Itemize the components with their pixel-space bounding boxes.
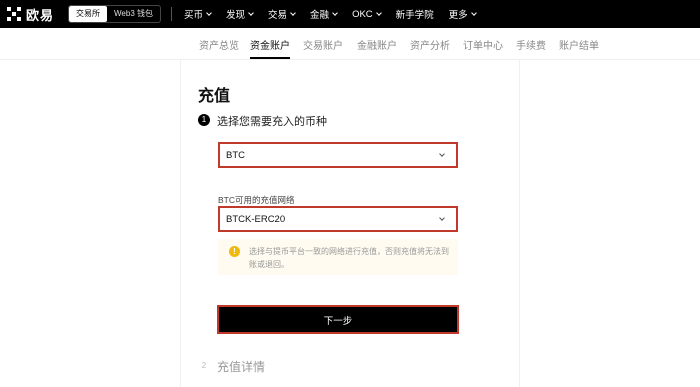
- network-warning-notice: ! 选择与提币平台一致的网络进行充值，否则充值将无法到账或退回。: [218, 239, 458, 275]
- tab-asset-analysis[interactable]: 资产分析: [410, 37, 450, 52]
- brand-name: 欧易: [26, 7, 55, 23]
- warning-icon: !: [229, 246, 240, 257]
- mode-switch: 交易所 Web3 钱包: [68, 5, 161, 23]
- okx-logo-icon: [7, 7, 21, 21]
- nav-label: 金融: [310, 10, 330, 21]
- coin-select[interactable]: BTC: [218, 142, 458, 168]
- tab-finance-account[interactable]: 金融账户: [357, 37, 397, 52]
- nav-label: OKC: [352, 8, 373, 20]
- nav-item-okc[interactable]: OKC: [352, 7, 382, 21]
- nav-item-trade[interactable]: 交易: [268, 7, 296, 21]
- tab-fees[interactable]: 手续费: [516, 37, 546, 52]
- mode-exchange-tab[interactable]: 交易所: [69, 6, 108, 22]
- active-tab-underline: [250, 57, 290, 59]
- network-select[interactable]: BTCK-ERC20: [218, 206, 458, 232]
- network-label: BTC可用的充值网络: [218, 195, 295, 205]
- step-2-badge: 2: [201, 361, 207, 370]
- chevron-down-icon: [206, 9, 212, 16]
- nav-item-academy[interactable]: 新手学院: [396, 7, 434, 21]
- nav-item-discover[interactable]: 发现: [226, 7, 254, 21]
- brand-logo[interactable]: 欧易: [7, 5, 54, 24]
- chevron-down-icon: [332, 9, 338, 16]
- nav-item-more[interactable]: 更多: [448, 7, 477, 21]
- asset-subnav: 资产总览 资金账户 交易账户 金融账户 资产分析 订单中心 手续费 账户结单: [0, 28, 700, 60]
- notice-text: 选择与提币平台一致的网络进行充值，否则充值将无法到账或退回。: [249, 247, 449, 269]
- network-select-value: BTCK-ERC20: [226, 213, 286, 225]
- top-navbar: 欧易 交易所 Web3 钱包 买币 发现 交易 金融 OKC 新手学院 更多: [0, 0, 700, 28]
- tab-statements[interactable]: 账户结单: [559, 37, 599, 52]
- nav-item-finance[interactable]: 金融: [310, 7, 338, 21]
- step-1-label: 选择您需要充入的币种: [217, 116, 327, 128]
- chevron-down-icon: [290, 9, 296, 16]
- tab-order-center[interactable]: 订单中心: [463, 37, 503, 52]
- chevron-down-icon: [248, 9, 254, 16]
- tab-asset-overview[interactable]: 资产总览: [199, 37, 239, 52]
- coin-select-value: BTC: [226, 149, 245, 161]
- nav-label: 新手学院: [395, 10, 434, 21]
- chevron-down-icon: [375, 9, 382, 16]
- nav-label: 买币: [184, 10, 204, 21]
- mode-wallet-tab[interactable]: Web3 钱包: [107, 6, 160, 22]
- tab-trading-account[interactable]: 交易账户: [303, 37, 343, 52]
- chevron-down-icon: [439, 215, 445, 221]
- nav-label: 更多: [448, 10, 468, 21]
- chevron-down-icon: [470, 9, 477, 16]
- step-2-label: 充值详情: [217, 360, 266, 374]
- page-title: 充值: [198, 88, 231, 105]
- nav-label: 交易: [268, 10, 288, 21]
- chevron-down-icon: [439, 151, 445, 157]
- tab-funding-account[interactable]: 资金账户: [250, 37, 290, 52]
- next-step-button[interactable]: 下一步: [217, 305, 459, 334]
- navbar-divider: [171, 7, 172, 21]
- main-nav: 买币 发现 交易 金融 OKC 新手学院 更多: [184, 7, 491, 21]
- step-1-badge: 1: [198, 114, 210, 126]
- nav-label: 发现: [226, 10, 246, 21]
- nav-item-buy[interactable]: 买币: [184, 7, 212, 21]
